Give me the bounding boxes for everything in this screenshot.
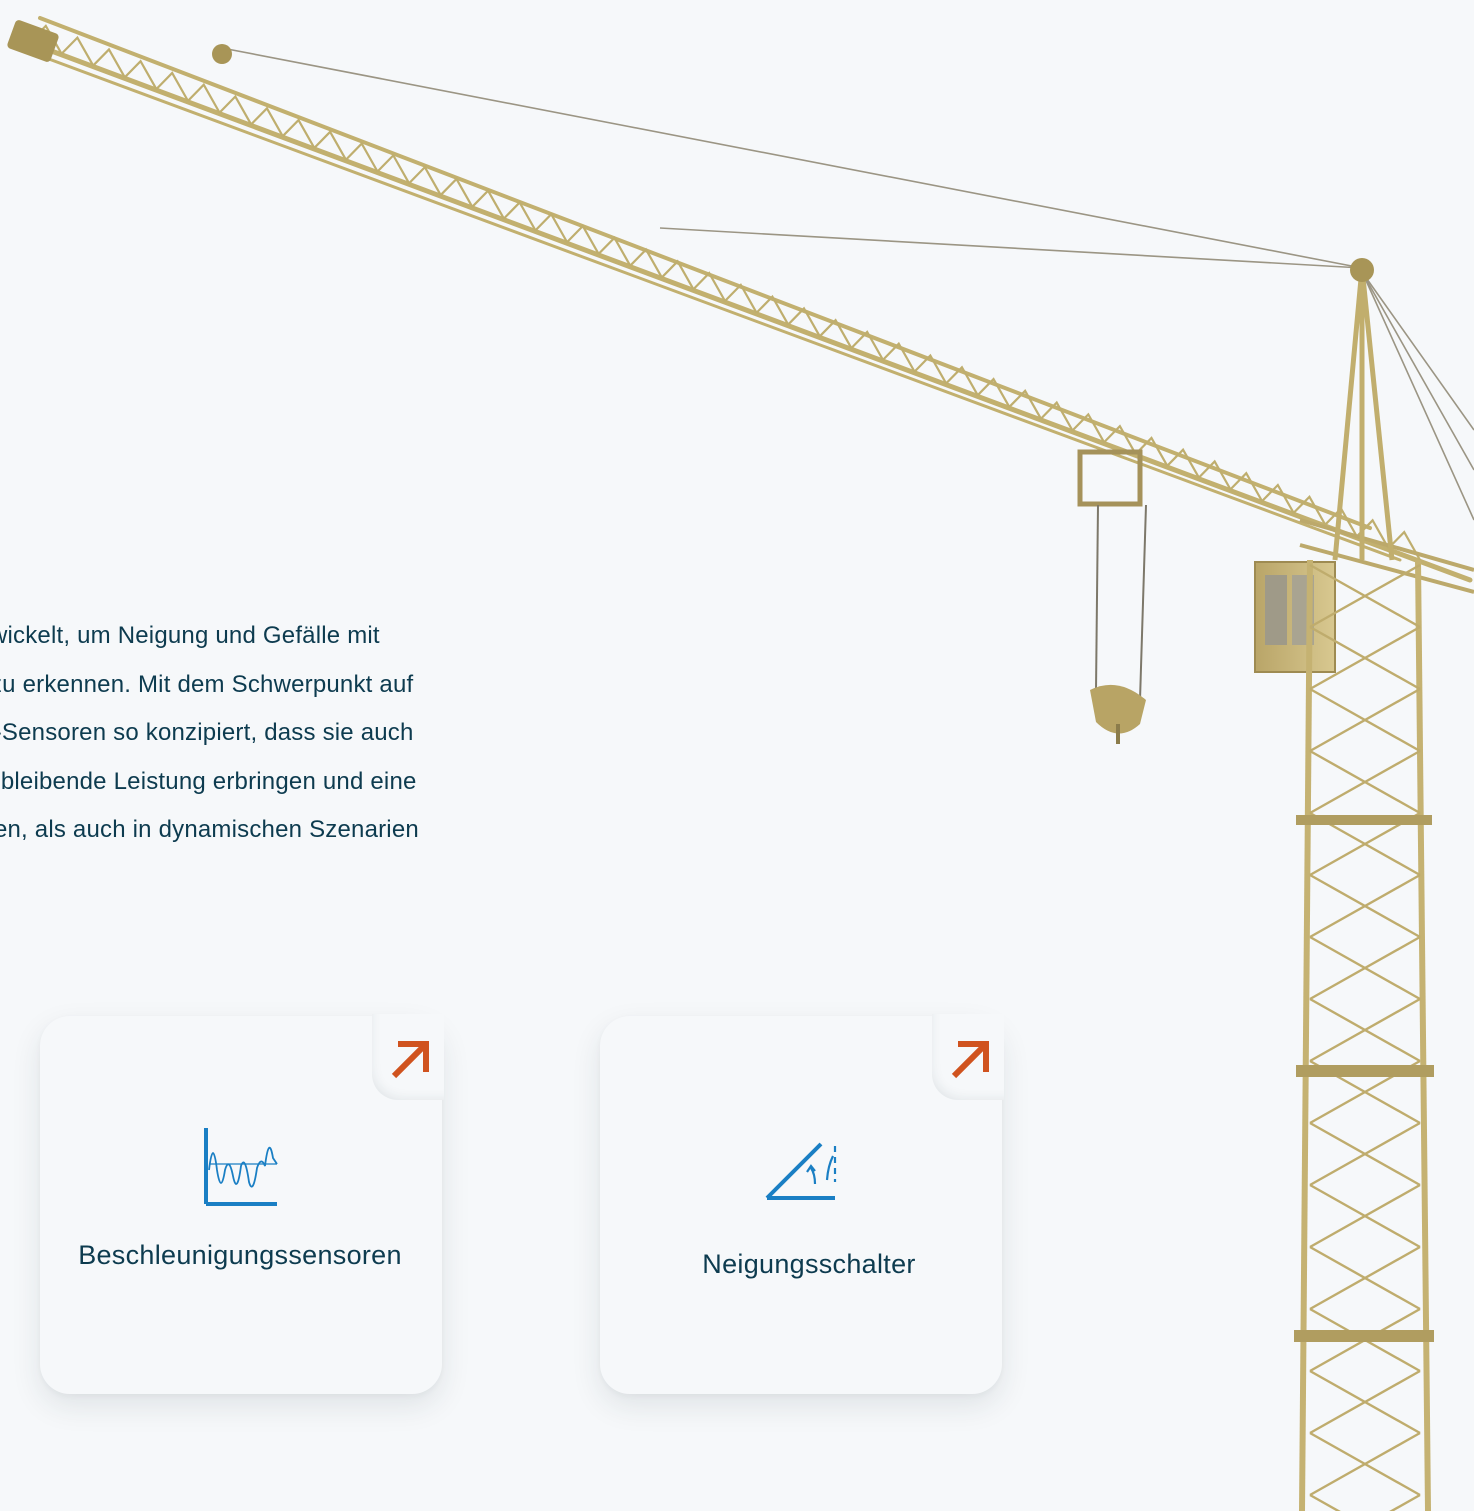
arrow-up-right-icon[interactable] bbox=[948, 1038, 992, 1082]
product-card-beschleunigungssensoren[interactable]: Beschleunigungssensoren bbox=[40, 1014, 444, 1394]
product-card-neigungsschalter[interactable]: Neigungsschalter bbox=[600, 1014, 1004, 1394]
acceleration-signal-icon bbox=[204, 1128, 278, 1206]
card-label: Beschleunigungssensoren bbox=[78, 1240, 402, 1270]
card-label: Neigungsschalter bbox=[702, 1249, 916, 1279]
page: entwickelt, um Neigung und Gefälle mit o… bbox=[0, 0, 1474, 1511]
intro-paragraph: entwickelt, um Neigung und Gefälle mit o… bbox=[0, 622, 419, 843]
tilt-angle-icon bbox=[765, 1142, 837, 1200]
arrow-up-right-icon[interactable] bbox=[388, 1038, 432, 1082]
